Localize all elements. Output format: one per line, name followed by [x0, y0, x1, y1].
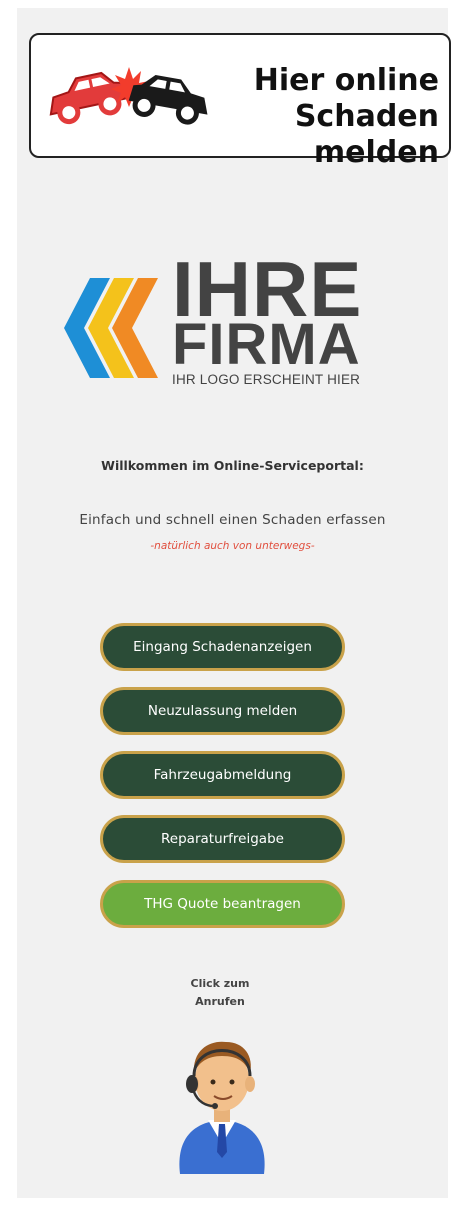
welcome-heading: Willkommen im Online-Serviceportal:: [101, 458, 364, 473]
car-crash-icon: [49, 67, 208, 125]
banner-line-1: Hier online: [253, 63, 439, 98]
new-registration-button[interactable]: Neuzulassung melden: [100, 687, 345, 735]
repair-approval-button[interactable]: Reparaturfreigabe: [100, 815, 345, 863]
page-panel: [17, 8, 448, 1198]
banner-line-2: Schaden melden: [294, 99, 439, 170]
report-claim-banner[interactable]: Hier online Schaden melden: [29, 33, 451, 170]
logo-word-firma: FIRMA: [172, 312, 361, 377]
banner-heading: Hier online Schaden melden: [199, 63, 439, 171]
mobile-note: -natürlich auch von unterwegs-: [150, 540, 315, 552]
intro-text: Einfach und schnell einen Schaden erfass…: [79, 512, 386, 528]
logo-tagline: IHR LOGO ERSCHEINT HIER: [172, 372, 361, 387]
call-agent-icon[interactable]: [172, 1028, 272, 1174]
call-label-line-2: Anrufen: [195, 995, 245, 1008]
incoming-claims-button[interactable]: Eingang Schadenanzeigen: [100, 623, 345, 671]
vehicle-deregistration-button[interactable]: Fahrzeugabmeldung: [100, 751, 345, 799]
logo-mark-icon: [64, 278, 158, 378]
thg-quota-button[interactable]: THG Quote beantragen: [100, 880, 345, 928]
call-label-line-1: Click zum: [190, 977, 250, 990]
company-logo: IHRE FIRMA IHR LOGO ERSCHEINT HIER: [62, 248, 392, 398]
call-label[interactable]: Click zum Anrufen: [165, 975, 275, 1011]
